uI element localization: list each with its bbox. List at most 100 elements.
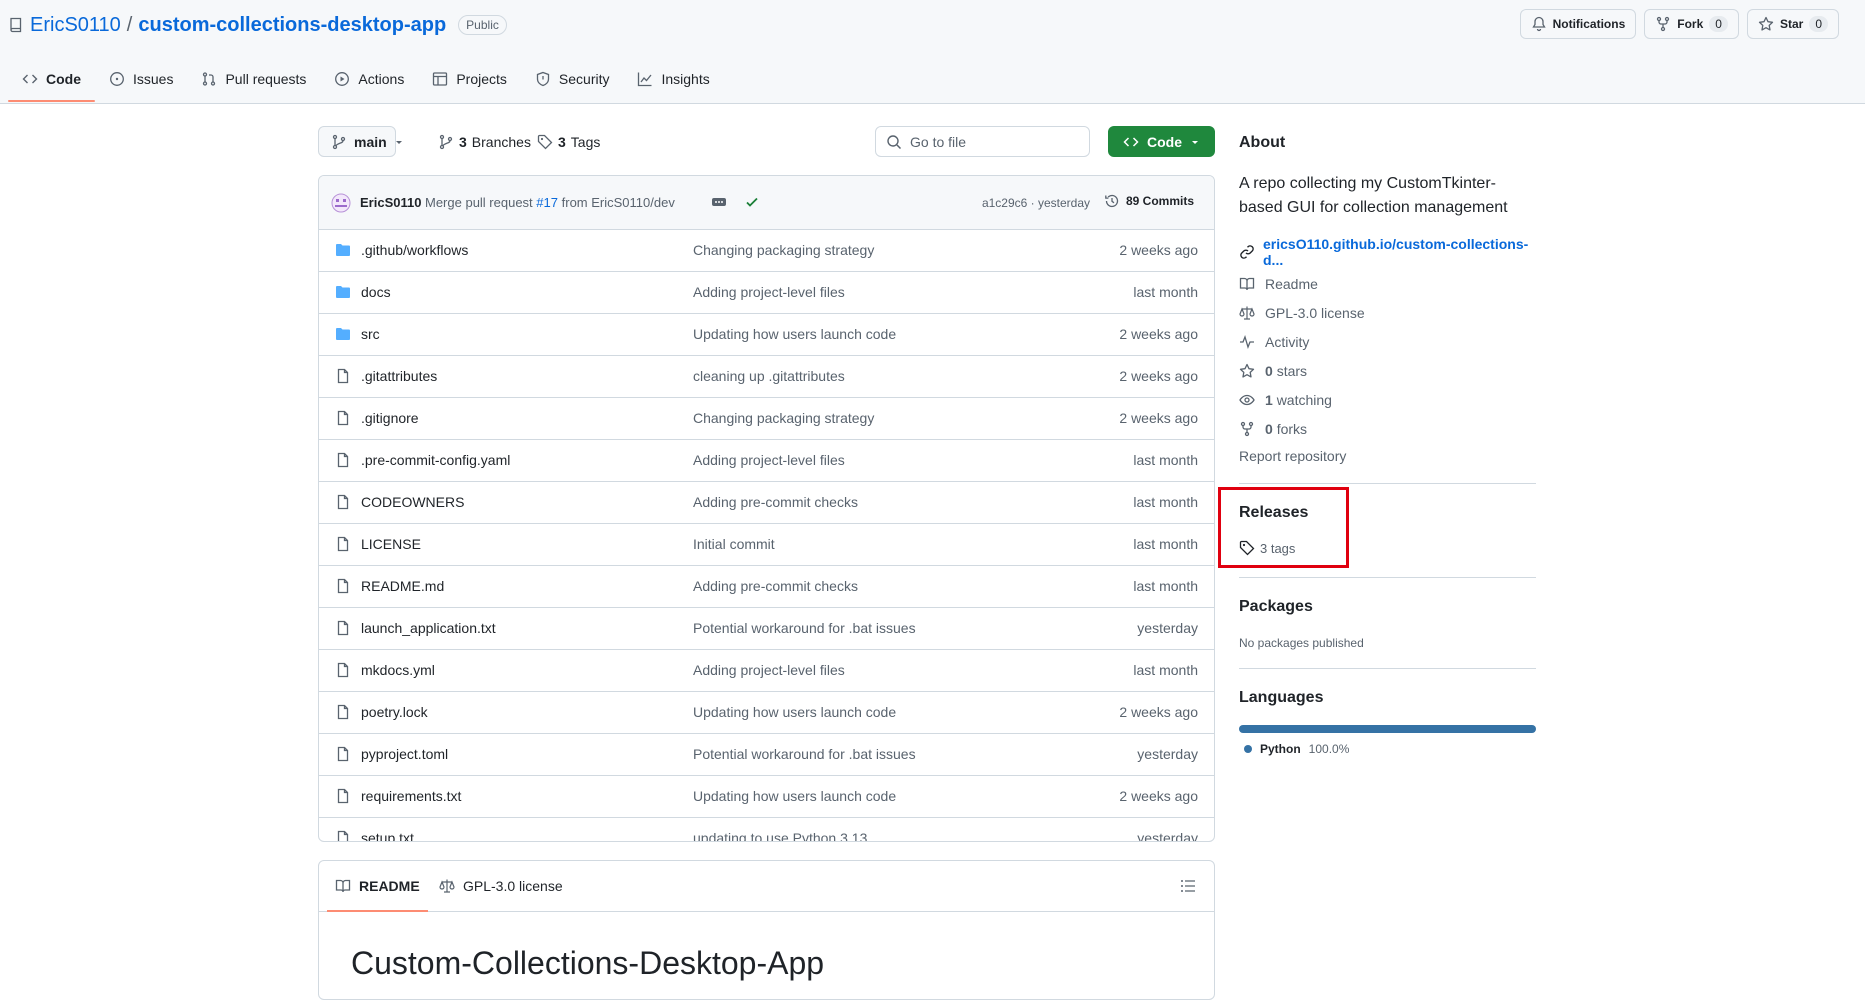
book-icon [335, 878, 351, 894]
graph-icon [637, 71, 653, 87]
file-name-link[interactable]: poetry.lock [361, 704, 428, 720]
file-row[interactable]: .gitattributes cleaning up .gitattributes… [319, 355, 1214, 397]
chevron-down-icon [394, 137, 404, 147]
tab-issues-label: Issues [133, 71, 174, 87]
forks-label: forks [1276, 421, 1308, 437]
file-name-link[interactable]: setup.txt [361, 830, 414, 841]
list-icon[interactable] [1180, 878, 1196, 894]
file-commit-message[interactable]: Changing packaging strategy [693, 242, 874, 258]
file-name-link[interactable]: src [361, 326, 380, 342]
file-name-link[interactable]: README.md [361, 578, 444, 594]
file-commit-message[interactable]: Initial commit [693, 536, 775, 552]
tab-insights[interactable]: Insights [623, 56, 723, 102]
language-item[interactable]: Python 100.0% [1244, 742, 1349, 756]
releases-tags-link[interactable]: 3 tags [1239, 540, 1295, 556]
file-row[interactable]: pyproject.toml Potential workaround for .… [319, 733, 1214, 775]
packages-heading[interactable]: Packages [1239, 598, 1313, 616]
activity-link[interactable]: Activity [1239, 334, 1309, 350]
notifications-button[interactable]: Notifications [1519, 9, 1637, 39]
tab-issues[interactable]: Issues [95, 56, 187, 102]
forks-link[interactable]: 0 forks [1239, 421, 1307, 437]
file-name-link[interactable]: .github/workflows [361, 242, 468, 258]
file-commit-message[interactable]: Potential workaround for .bat issues [693, 620, 916, 636]
stars-link[interactable]: 0 stars [1239, 363, 1307, 379]
file-commit-message[interactable]: updating to use Python 3.13 [693, 830, 867, 841]
file-row[interactable]: .gitignore Changing packaging strategy 2 w… [319, 397, 1214, 439]
tab-readme[interactable]: README [327, 861, 428, 912]
go-to-file-input[interactable]: Go to file [875, 126, 1090, 157]
file-row[interactable]: .github/workflows Changing packaging stra… [319, 230, 1214, 271]
file-name-link[interactable]: launch_application.txt [361, 620, 496, 636]
file-name-link[interactable]: mkdocs.yml [361, 662, 435, 678]
file-row[interactable]: mkdocs.yml Adding project-level files last… [319, 649, 1214, 691]
releases-heading[interactable]: Releases [1239, 504, 1308, 522]
file-name-link[interactable]: requirements.txt [361, 788, 461, 804]
watching-link[interactable]: 1 watching [1239, 392, 1332, 408]
file-row[interactable]: launch_application.txt Potential workarou… [319, 607, 1214, 649]
readme-link[interactable]: Readme [1239, 276, 1318, 292]
file-name-link[interactable]: .pre-commit-config.yaml [361, 452, 510, 468]
file-commit-message[interactable]: Changing packaging strategy [693, 410, 874, 426]
file-commit-message[interactable]: Adding project-level files [693, 284, 845, 300]
file-commit-message[interactable]: cleaning up .gitattributes [693, 368, 845, 384]
code-button-label: Code [1147, 133, 1182, 150]
branches-count: 3 [459, 133, 467, 150]
file-name-link[interactable]: LICENSE [361, 536, 421, 552]
file-commit-message[interactable]: Adding pre-commit checks [693, 494, 858, 510]
file-commit-message[interactable]: Updating how users launch code [693, 326, 896, 342]
tab-code[interactable]: Code [8, 56, 95, 102]
license-link[interactable]: GPL-3.0 license [1239, 305, 1365, 321]
file-row[interactable]: README.md Adding pre-commit checks last mo… [319, 565, 1214, 607]
branches-link[interactable]: 3 Branches [438, 126, 531, 157]
file-name-link[interactable]: CODEOWNERS [361, 494, 464, 510]
tab-actions[interactable]: Actions [320, 56, 418, 102]
file-row[interactable]: CODEOWNERS Adding pre-commit checks last m… [319, 481, 1214, 523]
file-row[interactable]: .pre-commit-config.yaml Adding project-le… [319, 439, 1214, 481]
file-row[interactable]: requirements.txt Updating how users launc… [319, 775, 1214, 817]
fork-label: Fork [1677, 17, 1704, 31]
repo-name-link[interactable]: custom-collections-desktop-app [138, 14, 446, 37]
file-commit-message[interactable]: Adding project-level files [693, 662, 845, 678]
check-icon[interactable] [744, 194, 760, 210]
tab-pull-requests[interactable]: Pull requests [187, 56, 320, 102]
ellipsis-icon[interactable] [711, 195, 727, 209]
repo-owner-link[interactable]: EricS0110 [30, 14, 121, 37]
file-commit-message[interactable]: Potential workaround for .bat issues [693, 746, 916, 762]
fork-button[interactable]: Fork 0 [1644, 9, 1739, 39]
file-row[interactable]: docs Adding project-level files last month [319, 271, 1214, 313]
homepage-link[interactable]: ericsO110.github.io/custom-collections-d… [1239, 236, 1536, 268]
repo-title: EricS0110 / custom-collections-desktop-a… [8, 12, 507, 38]
file-row[interactable]: poetry.lock Updating how users launch cod… [319, 691, 1214, 733]
star-button[interactable]: Star 0 [1746, 9, 1839, 39]
tab-projects[interactable]: Projects [418, 56, 521, 102]
file-name-link[interactable]: docs [361, 284, 391, 300]
file-name-link[interactable]: .gitignore [361, 410, 419, 426]
file-name-link[interactable]: .gitattributes [361, 368, 437, 384]
language-name: Python [1260, 742, 1301, 756]
file-commit-message[interactable]: Updating how users launch code [693, 704, 896, 720]
shield-icon [535, 71, 551, 87]
tab-security[interactable]: Security [521, 56, 624, 102]
commit-author-link[interactable]: EricS0110 [360, 195, 421, 210]
file-name-link[interactable]: pyproject.toml [361, 746, 448, 762]
file-row[interactable]: setup.txt updating to use Python 3.13 yest… [319, 817, 1214, 841]
file-commit-message[interactable]: Updating how users launch code [693, 788, 896, 804]
report-repository-link[interactable]: Report repository [1239, 448, 1346, 464]
branch-select-button[interactable]: main [318, 126, 402, 157]
code-dropdown-button[interactable]: Code [1108, 126, 1215, 157]
file-commit-message[interactable]: Adding project-level files [693, 452, 845, 468]
language-color-dot [1244, 745, 1252, 753]
commits-history-link[interactable]: 89 Commits [1104, 193, 1194, 209]
fork-icon [1655, 16, 1671, 32]
avatar[interactable] [331, 193, 351, 213]
tab-readme-label: README [359, 878, 420, 894]
tab-license[interactable]: GPL-3.0 license [439, 861, 563, 911]
commit-message[interactable]: Merge pull request #17 from EricS0110/de… [425, 195, 675, 210]
branch-icon [331, 134, 347, 150]
file-row[interactable]: src Updating how users launch code 2 weeks… [319, 313, 1214, 355]
file-commit-message[interactable]: Adding pre-commit checks [693, 578, 858, 594]
commit-sha-time[interactable]: a1c29c6 · yesterday [982, 196, 1090, 210]
commit-pr-link[interactable]: #17 [536, 195, 558, 210]
tags-link[interactable]: 3 Tags [537, 126, 600, 157]
file-row[interactable]: LICENSE Initial commit last month [319, 523, 1214, 565]
